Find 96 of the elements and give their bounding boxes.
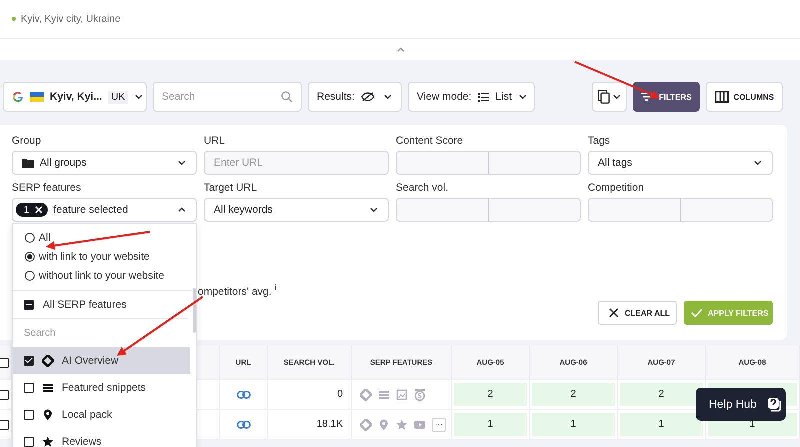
chevron-down-icon <box>518 92 528 102</box>
range-field[interactable] <box>396 151 581 175</box>
field-label: SERP features <box>12 182 82 196</box>
option-label: with link to your website <box>39 250 150 262</box>
lines-icon <box>378 388 390 400</box>
input-field[interactable]: Enter URL <box>204 151 389 175</box>
field-label: Target URL <box>204 182 258 196</box>
check-icon <box>691 308 703 318</box>
chevron-down-icon <box>753 158 763 168</box>
checkbox[interactable] <box>24 356 34 366</box>
results-label: Results: <box>317 91 355 103</box>
checkbox[interactable] <box>24 410 34 420</box>
google-icon <box>12 91 24 103</box>
filters-button[interactable]: FILTERS <box>633 82 700 112</box>
list-item[interactable]: Local pack <box>13 401 190 428</box>
location-text: Kyiv, Kyiv city, Ukraine <box>21 14 121 24</box>
chevron-down-icon <box>612 92 622 102</box>
close-icon <box>609 308 619 318</box>
help-icon <box>766 396 783 412</box>
chevron-down-icon <box>134 92 144 102</box>
field-label: Competition <box>588 182 646 196</box>
copy-button[interactable] <box>592 82 627 112</box>
position-cell: 2 <box>532 383 615 406</box>
lines-icon <box>42 382 54 394</box>
link-icon[interactable] <box>236 390 250 398</box>
checkbox[interactable] <box>24 382 34 392</box>
chevron-down-icon <box>177 158 187 168</box>
more-button[interactable]: ··· <box>432 418 446 432</box>
star-icon <box>396 418 408 430</box>
count-chip: 1 <box>16 203 48 217</box>
clear-all-button[interactable]: CLEAR ALL <box>598 301 677 325</box>
chevron-down-icon <box>369 205 379 215</box>
search-field[interactable]: Search <box>153 82 302 112</box>
copy-icon <box>598 90 610 104</box>
checkbox[interactable] <box>24 436 34 446</box>
field-label: Tags <box>588 135 612 149</box>
location-name: Kyiv, Kyi... <box>50 91 102 103</box>
language-badge: UK <box>108 90 128 104</box>
diamond-icon <box>360 388 372 400</box>
radio-button[interactable] <box>25 270 35 280</box>
help-hub-button[interactable]: Help Hub <box>696 388 786 421</box>
position-cell: 2 <box>454 383 527 406</box>
checkbox[interactable] <box>0 390 9 400</box>
checkbox[interactable] <box>0 420 9 430</box>
diamond-icon <box>360 418 372 430</box>
list-item[interactable]: Featured snippets <box>13 374 190 401</box>
scrollbar[interactable] <box>193 288 196 333</box>
table-cell: 18.1K <box>316 419 343 430</box>
columns-button[interactable]: COLUMNS <box>706 82 783 112</box>
diamond-icon <box>42 354 54 366</box>
location-dropdown[interactable]: Kyiv, Kyi... UK <box>3 82 147 112</box>
option-label: All <box>39 232 51 244</box>
list-icon <box>478 92 490 102</box>
list-item[interactable]: Reviews <box>13 428 190 447</box>
view-mode-dropdown[interactable]: View mode: List <box>408 82 535 112</box>
flag-icon <box>30 92 44 102</box>
pin-icon <box>378 418 390 430</box>
radio-button[interactable] <box>25 252 35 262</box>
field-label: Search vol. <box>396 182 450 196</box>
star-icon <box>42 436 54 447</box>
list-item[interactable]: AI Overview <box>13 347 190 374</box>
pin-icon <box>42 408 54 420</box>
position-cell: 1 <box>454 413 527 436</box>
field-label: URL <box>204 135 226 149</box>
link-icon[interactable] <box>236 420 250 428</box>
select-field[interactable]: All keywords <box>204 198 389 222</box>
table-cell: 0 <box>337 389 343 400</box>
search-icon <box>281 91 293 103</box>
image-icon <box>396 388 408 400</box>
view-mode-label: View mode: <box>417 91 472 103</box>
position-cell: 2 <box>620 383 703 406</box>
results-dropdown[interactable]: Results: <box>308 82 402 112</box>
eye-off-icon <box>360 92 375 102</box>
view-mode-value: List <box>496 91 512 103</box>
multiselect-field[interactable]: 1 feature selected <box>12 198 197 222</box>
field-label: Group <box>12 135 42 149</box>
select-field[interactable]: All groups <box>12 151 197 175</box>
option-label: ompetitors' avg. $^{i}$ <box>198 286 277 298</box>
radio-button[interactable] <box>25 232 35 242</box>
select-field[interactable]: All tags <box>588 151 773 175</box>
range-field[interactable] <box>588 198 773 222</box>
position-cell: 1 <box>532 413 615 436</box>
option-label: without link to your website <box>39 270 164 282</box>
position-cell: 1 <box>620 413 703 436</box>
video-icon <box>414 418 426 430</box>
columns-icon <box>714 91 729 103</box>
checkbox[interactable] <box>0 358 9 368</box>
range-field[interactable] <box>396 198 581 222</box>
chevron-down-icon <box>383 92 393 102</box>
coin-icon <box>414 388 426 400</box>
field-label: Content Score <box>396 135 464 149</box>
status-dot <box>12 17 16 21</box>
checkbox[interactable] <box>24 300 34 310</box>
folder-icon <box>22 158 34 168</box>
close-icon <box>34 206 43 214</box>
option-label: All SERP features <box>43 298 127 310</box>
